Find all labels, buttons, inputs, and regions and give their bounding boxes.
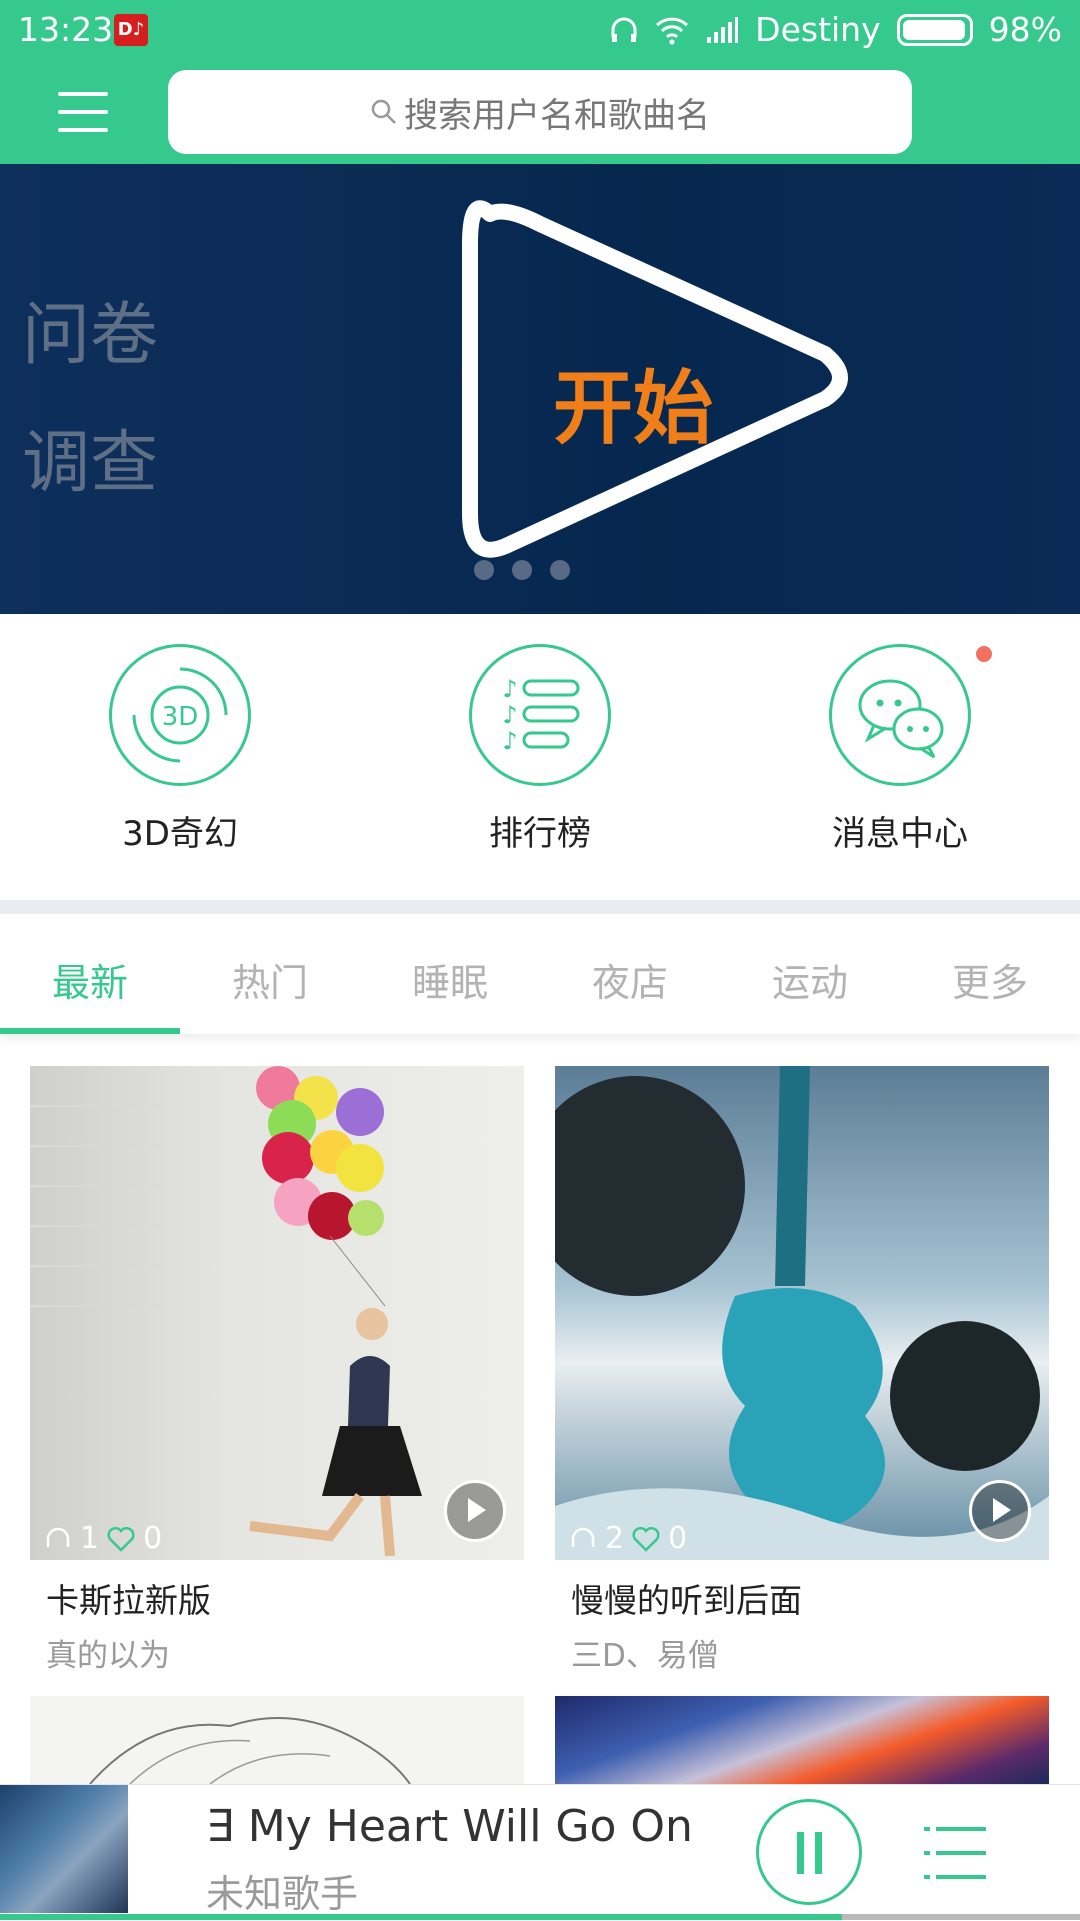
carousel-dot	[512, 560, 532, 580]
play-button[interactable]	[969, 1480, 1031, 1542]
status-bar: 13:23 D♪ Destiny 98%	[0, 0, 1080, 60]
carousel-indicators	[474, 560, 570, 580]
status-right: Destiny 98%	[609, 10, 1062, 49]
play-count: 2	[605, 1521, 625, 1556]
card-stats: 1 0	[44, 1521, 162, 1556]
card-cover-image	[30, 1696, 524, 1784]
svg-text:♪: ♪	[502, 727, 517, 755]
heart-icon	[107, 1526, 135, 1552]
playback-progress[interactable]	[0, 1914, 1080, 1920]
category-tabs: 最新 热门 睡眠 夜店 运动 更多	[0, 914, 1080, 1034]
music-card[interactable]: 1 0 卡斯拉新版 真的以为	[30, 1066, 524, 1675]
tab-more[interactable]: 更多	[900, 952, 1080, 1007]
card-cover-image: 1 0	[30, 1066, 524, 1560]
message-center-icon	[829, 644, 971, 786]
wifi-icon	[656, 17, 689, 44]
card-title: 卡斯拉新版	[46, 1581, 211, 1620]
quick-actions: 3D 3D奇幻 ♪ ♪ ♪ 排行榜 消息中心	[0, 614, 1080, 900]
tab-latest[interactable]: 最新	[0, 952, 180, 1007]
signal-icon	[707, 16, 739, 43]
tab-nightclub[interactable]: 夜店	[540, 952, 720, 1007]
menu-button[interactable]	[58, 92, 108, 132]
quick-action-ranking[interactable]: ♪ ♪ ♪ 排行榜	[420, 644, 660, 855]
headphone-icon	[611, 17, 637, 42]
music-card[interactable]	[30, 1696, 524, 1784]
banner-start-text: 开始	[553, 362, 713, 455]
status-time: 13:23	[18, 10, 114, 49]
card-stats: 2 0	[569, 1521, 687, 1556]
search-icon	[371, 99, 396, 124]
search-placeholder: 搜索用户名和歌曲名	[404, 95, 710, 136]
unread-badge	[976, 646, 992, 662]
quick-action-label: 消息中心	[832, 814, 968, 854]
headphone-icon	[571, 1527, 595, 1547]
pause-button[interactable]	[756, 1799, 862, 1905]
card-subtitle: 三D、易僧	[571, 1638, 719, 1674]
song-title: ∃ My Heart Will Go On	[206, 1801, 693, 1852]
now-playing-bar[interactable]: ∃ My Heart Will Go On 未知歌手	[0, 1784, 1080, 1921]
music-card[interactable]	[555, 1696, 1049, 1784]
playlist-icon[interactable]	[924, 1827, 986, 1883]
quick-action-messages[interactable]: 消息中心	[780, 644, 1020, 855]
carousel-dot	[474, 560, 494, 580]
battery-level: 98%	[988, 10, 1062, 49]
tab-hot[interactable]: 热门	[180, 952, 360, 1007]
app-bar: 搜索用户名和歌曲名	[0, 60, 1080, 164]
music-card[interactable]: 2 0 慢慢的听到后面 三D、易僧	[555, 1066, 1049, 1675]
tab-sports[interactable]: 运动	[720, 952, 900, 1007]
svg-text:♪: ♪	[502, 701, 517, 729]
card-subtitle: 真的以为	[46, 1638, 170, 1674]
like-count: 0	[143, 1521, 163, 1556]
battery-icon	[896, 13, 973, 46]
svg-text:♪: ♪	[502, 675, 517, 703]
album-cover	[0, 1785, 128, 1913]
quick-action-label: 3D奇幻	[122, 814, 238, 854]
card-title: 慢慢的听到后面	[571, 1581, 802, 1620]
like-count: 0	[668, 1521, 688, 1556]
banner-carousel[interactable]: 问卷 调查 开始	[0, 164, 1080, 614]
banner-side-line1: 问卷	[22, 296, 159, 375]
headphone-icon	[46, 1527, 70, 1547]
3d-sound-icon: 3D	[109, 644, 251, 786]
tab-sleep[interactable]: 睡眠	[360, 952, 540, 1007]
section-divider	[0, 900, 1080, 914]
artist-name: 未知歌手	[206, 1872, 359, 1916]
card-cover-image: 2 0	[555, 1066, 1049, 1560]
quick-action-3d[interactable]: 3D 3D奇幻	[60, 644, 300, 855]
ranking-list-icon: ♪ ♪ ♪	[469, 644, 611, 786]
svg-text:3D: 3D	[162, 702, 199, 732]
banner-side-text: 问卷 调查	[22, 272, 158, 528]
app-notification-icon: D♪	[114, 14, 148, 46]
quick-action-label: 排行榜	[489, 814, 591, 854]
tab-indicator	[0, 1028, 180, 1034]
play-count: 1	[80, 1521, 100, 1556]
carousel-dot	[550, 560, 570, 580]
playback-progress-fill	[0, 1914, 843, 1920]
banner-side-line2: 调查	[22, 424, 159, 503]
card-cover-image	[555, 1696, 1049, 1784]
play-button[interactable]	[444, 1480, 506, 1542]
search-input[interactable]: 搜索用户名和歌曲名	[168, 70, 912, 154]
carrier-name: Destiny	[755, 10, 881, 49]
heart-icon	[632, 1526, 660, 1552]
